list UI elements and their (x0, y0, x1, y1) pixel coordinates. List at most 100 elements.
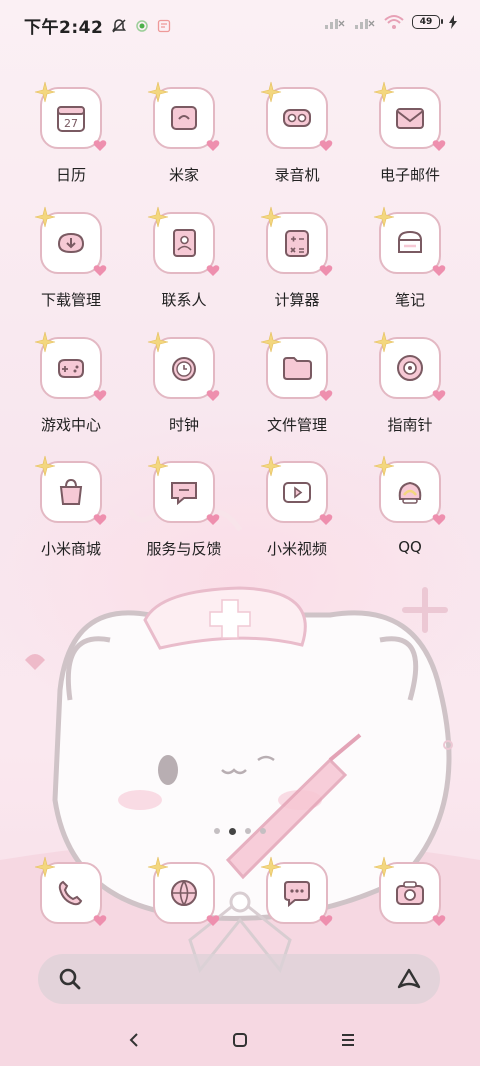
app-icon-tile[interactable] (147, 81, 220, 151)
home-button[interactable] (228, 1028, 252, 1052)
heart-icon (206, 140, 220, 151)
wifi-icon (384, 15, 404, 29)
assistant-icon[interactable] (396, 967, 422, 991)
app-icon-tile[interactable] (260, 455, 333, 525)
search-icon[interactable] (58, 967, 82, 991)
page-dot[interactable] (214, 828, 220, 834)
heart-icon (206, 265, 220, 276)
heart-icon (206, 390, 220, 401)
signal-icon (355, 19, 375, 29)
back-button[interactable] (122, 1028, 146, 1052)
mail-icon (393, 101, 427, 135)
app-icon-tile[interactable] (34, 331, 107, 401)
heart-icon (432, 140, 446, 151)
app-qq[interactable]: QQ (354, 455, 466, 556)
app-icon-tile[interactable] (34, 455, 107, 525)
heart-icon (206, 514, 220, 525)
back-icon (129, 1033, 138, 1047)
app-icon-tile[interactable] (373, 81, 446, 151)
home-icon (167, 101, 201, 135)
heart-icon (319, 265, 333, 276)
dock-app-camera[interactable] (354, 856, 466, 926)
dock-icon-tile[interactable] (373, 856, 446, 926)
dock-icon-tile[interactable] (147, 856, 220, 926)
messages-icon (280, 876, 314, 910)
recents-button[interactable] (336, 1028, 360, 1052)
sparkle-icon (373, 331, 395, 353)
app-icon-tile[interactable]: 27 (34, 81, 107, 151)
heart-icon (432, 265, 446, 276)
calculator-icon (280, 226, 314, 260)
sparkle-icon (147, 856, 169, 878)
page-dot[interactable] (245, 828, 251, 834)
app-calendar[interactable]: 27 日历 (15, 81, 127, 185)
app-label: 下载管理 (40, 291, 101, 309)
app-compass[interactable]: 指南针 (354, 331, 466, 435)
sparkle-icon (373, 206, 395, 228)
app-mail[interactable]: 电子邮件 (354, 81, 466, 185)
battery-level: 49 (419, 17, 433, 27)
location-dot-icon (136, 19, 149, 32)
sparkle-icon (260, 455, 282, 477)
sparkle-icon (147, 206, 169, 228)
app-label: 小米视频 (266, 540, 327, 558)
heart-icon (319, 915, 333, 926)
dock-icon-tile[interactable] (260, 856, 333, 926)
app-download[interactable]: 下载管理 (15, 206, 127, 310)
page-dot[interactable] (260, 828, 266, 834)
app-icon-tile[interactable] (260, 81, 333, 151)
app-contacts[interactable]: 联系人 (128, 206, 240, 310)
app-gamepad[interactable]: 游戏中心 (15, 331, 127, 435)
app-video[interactable]: 小米视频 (241, 455, 353, 559)
page-dot-active[interactable] (229, 828, 236, 835)
sparkle-icon (34, 856, 56, 878)
app-icon-tile[interactable] (373, 206, 446, 276)
heart-icon (93, 140, 107, 151)
heart-icon (93, 390, 107, 401)
app-icon-tile[interactable] (373, 331, 446, 401)
phone-icon (54, 876, 88, 910)
mute-icon (112, 18, 127, 33)
app-icon-tile[interactable] (260, 331, 333, 401)
app-label: 联系人 (161, 291, 207, 309)
app-label: 时钟 (168, 416, 199, 434)
gamepad-icon (54, 351, 88, 385)
sparkle-icon (373, 81, 395, 103)
app-icon-tile[interactable] (260, 206, 333, 276)
app-icon-tile[interactable] (373, 455, 446, 525)
video-icon (280, 475, 314, 509)
search-bar[interactable] (38, 954, 440, 1004)
app-recorder[interactable]: 录音机 (241, 81, 353, 185)
app-folder[interactable]: 文件管理 (241, 331, 353, 435)
download-icon (54, 226, 88, 260)
app-clock[interactable]: 时钟 (128, 331, 240, 435)
sparkle-icon (260, 331, 282, 353)
app-calculator[interactable]: 计算器 (241, 206, 353, 310)
heart-icon (432, 390, 446, 401)
sparkle-icon (34, 81, 56, 103)
app-icon-tile[interactable] (34, 206, 107, 276)
heart-icon (93, 514, 107, 525)
app-icon-tile[interactable] (147, 331, 220, 401)
app-icon-tile[interactable] (147, 206, 220, 276)
dock-app-phone[interactable] (15, 856, 127, 926)
app-shop-bag[interactable]: 小米商城 (15, 455, 127, 559)
nfc-icon (158, 19, 171, 32)
app-home[interactable]: 米家 (128, 81, 240, 185)
battery-icon: 49 (412, 15, 443, 29)
sparkle-icon (260, 206, 282, 228)
app-icon-tile[interactable] (147, 455, 220, 525)
app-label: 游戏中心 (40, 416, 101, 434)
app-label: 电子邮件 (379, 166, 440, 184)
app-notes[interactable]: 笔记 (354, 206, 466, 310)
dock-app-browser[interactable] (128, 856, 240, 926)
dock-app-messages[interactable] (241, 856, 353, 926)
app-feedback[interactable]: 服务与反馈 (128, 455, 240, 559)
app-label: 计算器 (274, 291, 320, 309)
dock-icon-tile[interactable] (34, 856, 107, 926)
app-label: 录音机 (274, 166, 320, 184)
sparkle-icon (260, 81, 282, 103)
app-label: 日历 (55, 166, 86, 184)
page-indicator (0, 828, 480, 835)
clock-icon (167, 351, 201, 385)
